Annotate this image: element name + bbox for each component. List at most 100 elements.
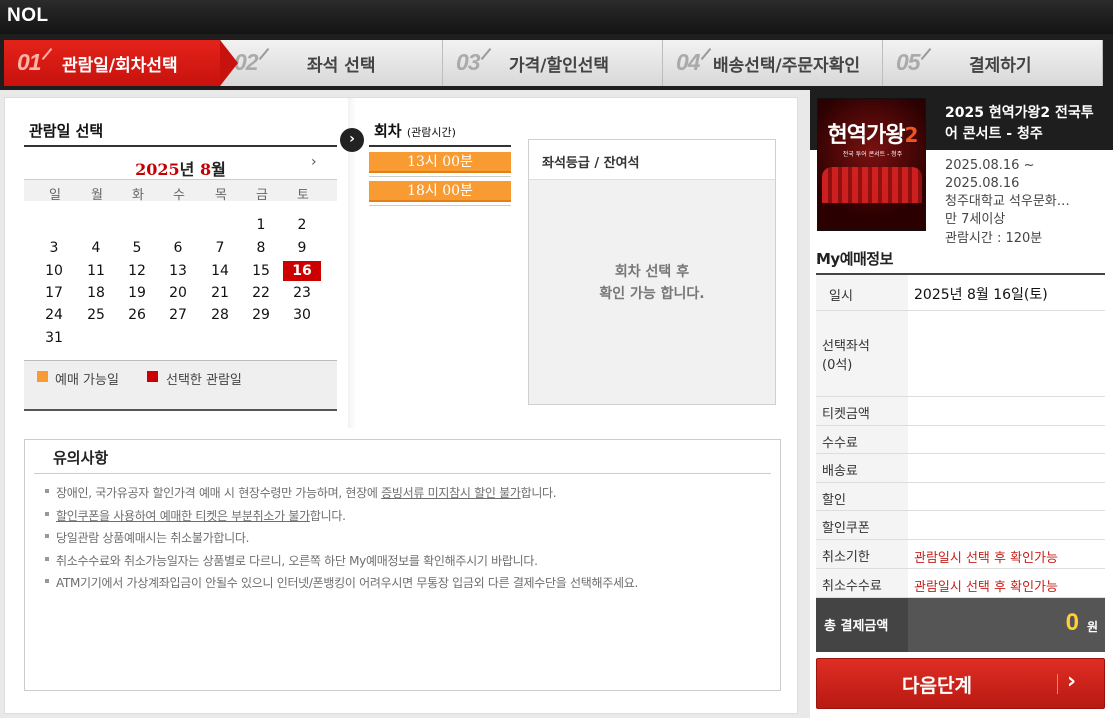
- chevron-right-icon: ›: [1067, 669, 1077, 694]
- next-step-label: 다음단계: [902, 675, 972, 697]
- calendar-legend: 예매 가능일 선택한 관람일: [24, 360, 337, 411]
- calendar-day[interactable]: 17: [39, 283, 69, 303]
- calendar-day[interactable]: 1: [246, 215, 276, 235]
- step-5[interactable]: 05 결제하기: [883, 40, 1103, 86]
- calendar-day[interactable]: 31: [39, 328, 69, 348]
- next-step-button[interactable]: 다음단계 ›: [816, 658, 1105, 709]
- step-4-label: 배송선택/주문자확인: [713, 56, 860, 76]
- notice-item: 당일관람 상품예매시는 취소불가합니다.: [43, 527, 638, 550]
- available-day-swatch: [37, 371, 48, 382]
- step-1-label: 관람일/회차선택: [62, 56, 178, 76]
- step-3-number: 03: [456, 49, 481, 75]
- calendar-day[interactable]: 29: [246, 305, 276, 325]
- row-label-cell: 배송료: [816, 454, 908, 482]
- weekday-label: 수: [173, 188, 185, 203]
- weekday-label: 화: [132, 188, 144, 203]
- calendar-day[interactable]: 26: [122, 305, 152, 325]
- notice-text: 장애인, 국가유공자 할인가격 예매 시 현장수령만 가능하며, 현장에: [56, 486, 382, 500]
- calendar-day[interactable]: 23: [287, 283, 317, 303]
- calendar-day[interactable]: 7: [205, 238, 235, 258]
- divider: [369, 205, 511, 206]
- calendar-day[interactable]: 9: [287, 238, 317, 258]
- step-2-label: 좌석 선택: [307, 56, 376, 76]
- round-time-button[interactable]: 18시 00분: [369, 181, 511, 202]
- notice-item: 장애인, 국가유공자 할인가격 예매 시 현장수령만 가능하며, 현장에 증빙서…: [43, 482, 638, 505]
- calendar-day[interactable]: 4: [81, 238, 111, 258]
- calendar-day[interactable]: 15: [246, 261, 276, 281]
- round-time-button[interactable]: 13시 00분: [369, 152, 511, 173]
- calendar-day[interactable]: 11: [81, 261, 111, 281]
- calendar-day[interactable]: 18: [81, 283, 111, 303]
- event-venue: 청주대학교 석우문화…: [945, 194, 1070, 209]
- calendar-day[interactable]: 27: [163, 305, 193, 325]
- total-payment: 총 결제금액 0 원: [816, 598, 1105, 652]
- calendar-day[interactable]: 19: [122, 283, 152, 303]
- notice-underlined-text: 할인쿠폰을 사용하여 예매한 티켓은 부분취소가 불가: [56, 508, 310, 523]
- calendar-day[interactable]: 25: [81, 305, 111, 325]
- calendar-day[interactable]: 5: [122, 238, 152, 258]
- calendar-day-selected[interactable]: 16: [283, 261, 321, 281]
- row-label-cell: 할인쿠폰: [816, 511, 908, 539]
- calendar-day[interactable]: 10: [39, 261, 69, 281]
- event-title: 2025 현역가왕2 전국투어 콘서트 - 청주: [945, 105, 1094, 142]
- notice-underlined-text: 증빙서류 미지참시 할인 불가: [381, 486, 521, 500]
- step-3-label: 가격/할인선택: [509, 56, 610, 76]
- booking-main-panel: 관람일 선택 2025년 8월 › 일 월 화 수 목 금 토 12345678…: [4, 97, 798, 714]
- calendar-month-suffix: 월: [211, 160, 226, 179]
- weekday-label: 토: [297, 188, 309, 203]
- calendar-day[interactable]: 13: [163, 261, 193, 281]
- calendar-day[interactable]: 8: [246, 238, 276, 258]
- calendar-day[interactable]: 21: [205, 283, 235, 303]
- step-slash-icon: [700, 47, 712, 61]
- total-label: 총 결제금액: [824, 619, 889, 634]
- round-title-text: 회차: [374, 122, 402, 140]
- booking-row-shipping: 배송료: [816, 454, 1105, 483]
- divider: [24, 145, 337, 147]
- calendar-title: 관람일 선택: [29, 122, 104, 140]
- booking-row-seats: 선택좌석 (0석): [816, 311, 1105, 397]
- row-label: 취소수수료: [822, 579, 882, 594]
- booking-row-coupon: 할인쿠폰: [816, 511, 1105, 540]
- step-1-number: 01: [17, 49, 42, 75]
- row-label: 배송료: [822, 464, 858, 479]
- seat-count: (0석): [822, 358, 853, 373]
- round-subtitle: (관람시간): [406, 126, 456, 139]
- divider: [369, 176, 511, 177]
- calendar-day[interactable]: 28: [205, 305, 235, 325]
- calendar-day[interactable]: 6: [163, 238, 193, 258]
- calendar-day[interactable]: 30: [287, 305, 317, 325]
- row-label: 티켓금액: [822, 407, 870, 422]
- notice-text: 합니다.: [520, 486, 557, 500]
- booking-row-fee: 수수료: [816, 426, 1105, 454]
- booking-row-cancel-deadline: 취소기한 관람일시 선택 후 확인가능: [816, 540, 1105, 569]
- divider: [34, 473, 771, 474]
- row-label-cell: 선택좌석 (0석): [816, 311, 908, 396]
- calendar-day[interactable]: 14: [205, 261, 235, 281]
- calendar-month: 2025년 8월: [24, 156, 337, 180]
- step-4[interactable]: 04 배송선택/주문자확인: [663, 40, 883, 86]
- selected-day-swatch: [147, 371, 158, 382]
- chevron-right-icon[interactable]: ›: [311, 154, 317, 170]
- step-1[interactable]: 01 관람일/회차선택: [4, 40, 238, 86]
- cancel-fee-value: 관람일시 선택 후 확인가능: [914, 580, 1058, 595]
- step-2[interactable]: 02 좌석 선택: [221, 40, 443, 86]
- calendar-day[interactable]: 3: [39, 238, 69, 258]
- step-slash-icon: [258, 47, 270, 61]
- event-age: 만 7세이상: [945, 212, 1006, 227]
- notice-item: ATM기기에서 가상계좌입금이 안될수 있으니 인터넷/폰뱅킹이 어려우시면 무…: [43, 572, 638, 595]
- calendar-day[interactable]: 12: [122, 261, 152, 281]
- booking-sidebar: 현역가왕2 전국 투어 콘서트 - 청주 2025 현역가왕2 전국투어 콘서트…: [810, 90, 1113, 718]
- weekday-label: 목: [215, 188, 227, 203]
- step-slash-icon: [41, 47, 53, 61]
- poster-artwork: [822, 167, 922, 203]
- calendar-day[interactable]: 20: [163, 283, 193, 303]
- event-date-from: 2025.08.16 ~: [945, 158, 1035, 173]
- notice-text: 합니다.: [309, 508, 346, 523]
- calendar-day[interactable]: 2: [287, 215, 317, 235]
- notice-title: 유의사항: [53, 449, 109, 467]
- divider: [369, 145, 511, 147]
- calendar-day[interactable]: 24: [39, 305, 69, 325]
- seat-grade-message: 회차 선택 후 확인 가능 합니다.: [529, 261, 775, 305]
- calendar-day[interactable]: 22: [246, 283, 276, 303]
- step-3[interactable]: 03 가격/할인선택: [443, 40, 663, 86]
